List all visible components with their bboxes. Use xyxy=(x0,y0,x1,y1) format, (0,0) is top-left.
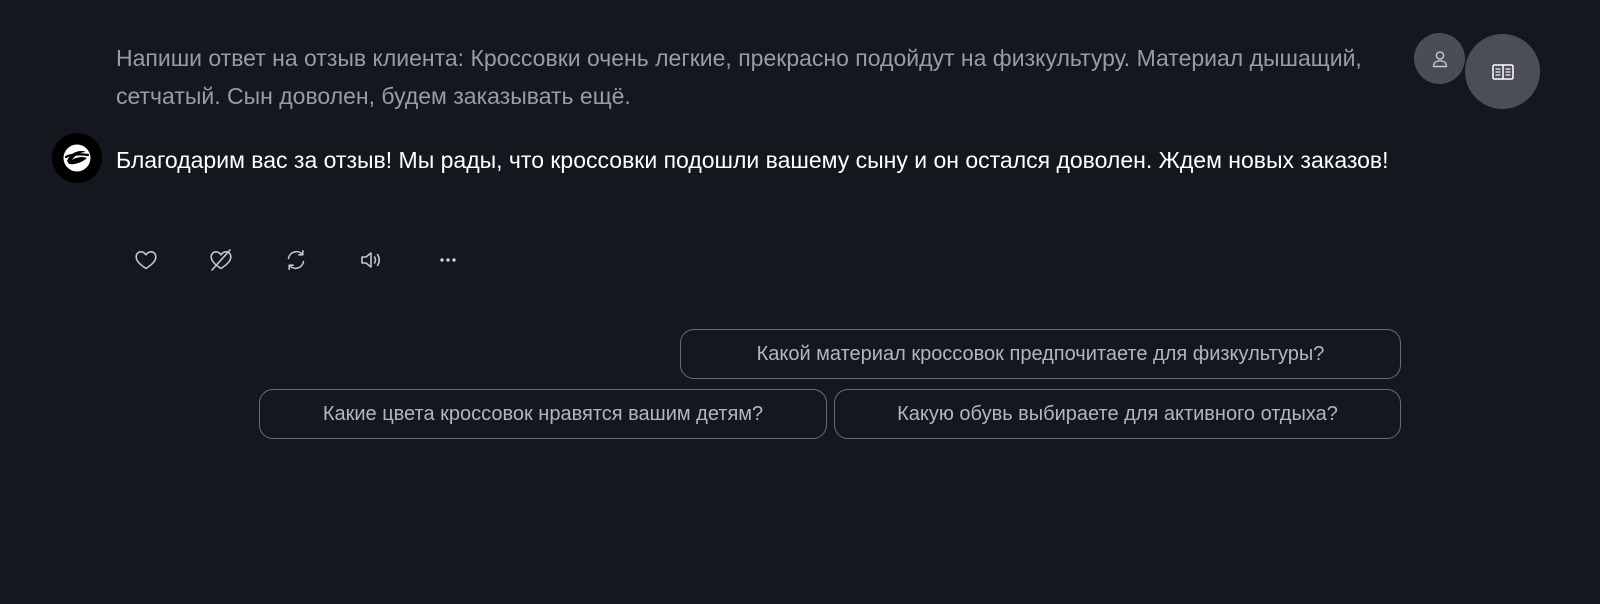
assistant-logo-icon xyxy=(63,144,91,172)
reader-mode-button[interactable] xyxy=(1465,34,1540,109)
user-avatar[interactable] xyxy=(1414,33,1465,84)
suggestion-chip[interactable]: Какую обувь выбираете для активного отды… xyxy=(834,389,1401,439)
suggestion-chip[interactable]: Какие цвета кроссовок нравятся вашим дет… xyxy=(259,389,827,439)
speaker-icon xyxy=(361,252,381,268)
dislike-heart-icon xyxy=(210,249,232,271)
assistant-message: Благодарим вас за отзыв! Мы рады, что кр… xyxy=(116,147,1389,173)
book-icon xyxy=(1491,63,1514,80)
regenerate-icon xyxy=(287,249,305,271)
user-icon xyxy=(1432,50,1447,67)
regenerate-button[interactable] xyxy=(280,244,312,276)
dislike-button[interactable] xyxy=(205,244,237,276)
more-options-button[interactable] xyxy=(432,244,464,276)
message-actions xyxy=(0,244,500,276)
more-icon xyxy=(440,258,456,262)
user-message: Напиши ответ на отзыв клиента: Кроссовки… xyxy=(116,45,1362,109)
read-aloud-button[interactable] xyxy=(356,244,388,276)
suggestion-chip[interactable]: Какой материал кроссовок предпочитаете д… xyxy=(680,329,1401,379)
heart-icon xyxy=(135,251,157,270)
like-button[interactable] xyxy=(130,244,162,276)
assistant-avatar xyxy=(52,133,102,183)
